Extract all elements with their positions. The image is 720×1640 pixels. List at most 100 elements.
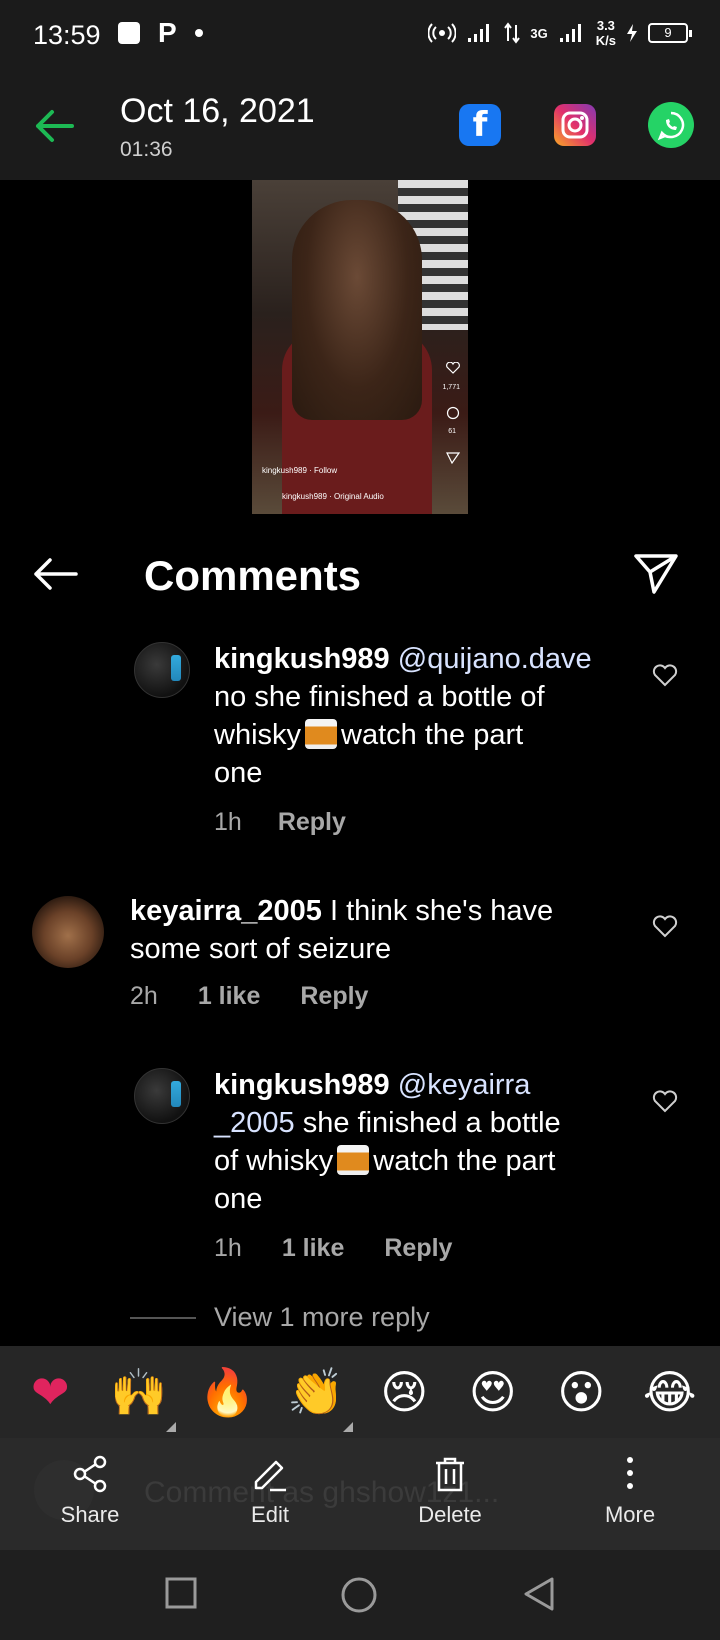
comment-meta: 2h 1 like Reply (130, 982, 368, 1011)
more-button[interactable]: More (570, 1454, 690, 1528)
thumbnail-person (292, 200, 422, 420)
heart-eyes-emoji[interactable]: 😍 (462, 1365, 524, 1419)
system-icons: 3G 3.3 K/s 9 (428, 18, 692, 48)
likes-count[interactable]: 1 like (198, 982, 261, 1011)
like-heart-icon[interactable] (652, 1090, 678, 1114)
status-bar: 13:59 P 3G 3.3 K/s 9 (0, 0, 720, 72)
comment-line: one (214, 757, 263, 789)
status-time: 13:59 (33, 20, 101, 50)
thumbnail-likes: 1,771 (442, 384, 460, 391)
comment-text: kingkush989 @quijano.dave no she finishe… (214, 640, 634, 792)
comment-line: watch the part (341, 719, 524, 751)
comment-mention[interactable]: @keyairra (398, 1069, 531, 1101)
more-label: More (604, 1502, 656, 1527)
thumbnail-account: kingkush989 · Follow (262, 466, 338, 475)
whisky-emoji-icon (337, 1145, 370, 1175)
thumbnail-audio: kingkush989 · Original Audio (282, 492, 384, 501)
battery-icon: 9 (648, 23, 692, 43)
action-bar: Comment as ghshow1z1... Share Edit Delet… (0, 1438, 720, 1550)
comment-line: some sort of seizure (130, 933, 392, 965)
comment-username[interactable]: kingkush989 (214, 1069, 390, 1101)
charging-icon (627, 24, 637, 42)
trash-icon (436, 1457, 464, 1492)
recents-square-icon[interactable] (164, 1576, 198, 1610)
avatar[interactable] (134, 1068, 190, 1124)
comment-mention[interactable]: @quijano.dave (398, 643, 592, 675)
facebook-icon[interactable]: f (459, 104, 501, 146)
post-date: Oct 16, 2021 (120, 92, 315, 130)
edit-label: Edit (251, 1502, 289, 1527)
view-more-divider (130, 1316, 196, 1319)
emoji-quick-bar: ❤ 🙌 🔥 👏 😢 😍 😮 😂 (0, 1346, 720, 1438)
raising-hands-emoji[interactable]: 🙌 (108, 1364, 176, 1432)
crying-emoji[interactable]: 😢 (373, 1365, 435, 1419)
video-thumbnail[interactable]: 1,771 61 kingkush989 · Follow kingkush98… (252, 180, 468, 514)
comment-line: I think she's have (329, 895, 554, 927)
skin-tone-indicator (342, 1421, 353, 1432)
comment-line: one (214, 1183, 263, 1215)
surprised-emoji[interactable]: 😮 (550, 1365, 612, 1419)
top-header: Oct 16, 2021 01:36 f (0, 72, 720, 180)
clapping-emoji[interactable]: 👏 (285, 1364, 353, 1432)
edit-icon (254, 1460, 286, 1492)
thumbnail-comments: 61 (448, 428, 456, 435)
whatsapp-icon[interactable] (648, 102, 694, 148)
likes-count[interactable]: 1 like (282, 1234, 345, 1263)
share-button[interactable]: Share (30, 1454, 150, 1528)
network-speed: 3.3 K/s (596, 18, 616, 48)
avatar[interactable] (32, 896, 104, 968)
p-notification-icon: P (158, 17, 177, 48)
comment-meta: 1h 1 like Reply (214, 1234, 452, 1263)
data-transfer-icon (504, 22, 521, 44)
delete-button[interactable]: Delete (390, 1454, 510, 1528)
raising-hands-glyph: 🙌 (110, 1364, 168, 1419)
back-triangle-icon[interactable] (522, 1576, 556, 1612)
fire-emoji[interactable]: 🔥 (196, 1365, 258, 1420)
heart-emoji[interactable]: ❤ (19, 1365, 81, 1419)
hotspot-icon (428, 23, 457, 43)
edit-button[interactable]: Edit (210, 1454, 330, 1528)
speed-value: 3.3 (596, 18, 615, 33)
like-heart-icon[interactable] (652, 915, 678, 939)
reply-button[interactable]: Reply (278, 808, 346, 837)
clapping-glyph: 👏 (287, 1364, 345, 1419)
thumbnail-comment-icon (446, 406, 460, 420)
comments-header: Comments (0, 540, 720, 620)
comment-time: 1h (214, 808, 242, 836)
more-vertical-icon (627, 1457, 633, 1489)
send-icon[interactable] (632, 550, 680, 598)
reply-button[interactable]: Reply (384, 1234, 452, 1263)
view-more-replies[interactable]: View 1 more reply (130, 1302, 430, 1333)
delete-label: Delete (418, 1502, 482, 1527)
thumbnail-send-icon (446, 452, 460, 464)
share-icon (73, 1455, 107, 1493)
comment-line: of whisky (214, 1145, 334, 1177)
post-time: 01:36 (120, 138, 173, 161)
share-label: Share (60, 1502, 120, 1527)
comment-line: no she finished a bottle of (214, 681, 545, 713)
network-type: 3G (530, 25, 548, 41)
comments-title: Comments (144, 552, 362, 599)
comment-line: watch the part (373, 1145, 556, 1177)
skin-tone-indicator (165, 1421, 176, 1432)
notification-icons: P (118, 17, 203, 48)
like-heart-icon[interactable] (652, 664, 678, 688)
instagram-icon[interactable] (554, 104, 596, 146)
comment-meta: 1h Reply (214, 808, 346, 837)
laughing-emoji[interactable]: 😂 (639, 1365, 701, 1419)
back-arrow-icon[interactable] (30, 554, 80, 594)
avatar[interactable] (134, 642, 190, 698)
comment-username[interactable]: kingkush989 (214, 643, 390, 675)
comment-text: keyairra_2005 I think she's have some so… (130, 892, 620, 968)
home-circle-icon[interactable] (340, 1576, 378, 1614)
whisky-emoji-icon (305, 719, 338, 749)
back-arrow-icon[interactable] (30, 102, 78, 150)
comment-username[interactable]: keyairra_2005 (130, 895, 322, 927)
speed-unit: K/s (595, 33, 616, 48)
signal-icon (468, 24, 490, 42)
comment-mention-cont[interactable]: _2005 (214, 1107, 295, 1139)
thumbnail-heart-icon (446, 362, 460, 374)
comment-line: she finished a bottle (302, 1107, 561, 1139)
comment-text: kingkush989 @keyairra _2005 she finished… (214, 1066, 634, 1218)
reply-button[interactable]: Reply (300, 982, 368, 1011)
